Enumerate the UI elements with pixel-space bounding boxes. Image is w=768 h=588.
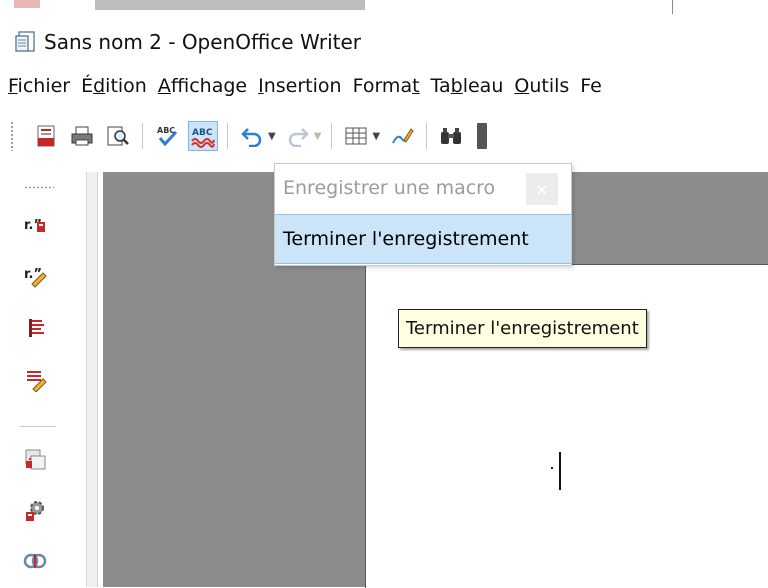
text-cursor — [559, 452, 561, 490]
spellcheck-button[interactable]: ABC — [153, 122, 181, 150]
page-preview-icon — [107, 126, 129, 146]
page-preview-button[interactable] — [104, 122, 132, 150]
side-toolbar-separator — [20, 426, 56, 427]
menu-bar: Fichier Édition Affichage Insertion Format Ta… — [0, 64, 768, 108]
edit-field-button[interactable]: r.” — [22, 263, 48, 289]
side-toolbar-grip[interactable] — [24, 186, 54, 189]
navigator-icon — [25, 449, 46, 470]
export-pdf-icon — [37, 125, 55, 147]
toolbar-separator — [426, 123, 428, 149]
link-button[interactable] — [22, 548, 48, 574]
undo-button[interactable] — [238, 122, 266, 150]
side-toolbar: r.” r.” — [0, 164, 78, 587]
menu-format[interactable]: Format — [353, 75, 420, 97]
toolbar-separator — [331, 123, 333, 149]
draw-functions-icon — [392, 128, 414, 144]
print-icon — [71, 126, 93, 146]
stop-recording-item[interactable]: Terminer l'enregistrement — [275, 214, 571, 264]
menu-insertion[interactable]: Insertion — [258, 75, 341, 97]
table-dropdown-arrow[interactable]: ▼ — [372, 131, 380, 142]
auto-spellcheck-icon: ABC — [191, 128, 215, 148]
record-macro-item: Enregistrer une macro × — [275, 164, 571, 212]
align-text-icon — [29, 319, 44, 337]
edit-paragraph-button[interactable] — [22, 367, 48, 393]
menu-fe[interactable]: Fe — [580, 75, 602, 97]
menu-fichier[interactable]: Fichier — [8, 75, 70, 97]
toolbar-separator — [142, 123, 143, 149]
record-macro-label: Enregistrer une macro — [283, 177, 496, 199]
menu-outils[interactable]: Outils — [514, 75, 569, 97]
link-icon — [23, 553, 47, 569]
svg-text:ABC: ABC — [192, 128, 213, 138]
vertical-ruler-track[interactable] — [86, 172, 98, 587]
align-text-button[interactable] — [22, 315, 48, 341]
close-icon[interactable]: × — [526, 173, 558, 205]
edit-paragraph-icon — [27, 371, 47, 392]
toolbar-overflow-handle[interactable] — [477, 123, 488, 149]
background-fragment — [672, 0, 673, 14]
auto-spellcheck-button[interactable]: ABC — [188, 121, 218, 151]
writer-document-icon — [15, 31, 35, 52]
insert-table-button[interactable] — [342, 122, 370, 150]
spellcheck-icon: ABC — [157, 126, 178, 147]
undo-icon — [241, 128, 262, 147]
edit-field-icon: r.” — [24, 267, 47, 288]
settings-icon — [26, 501, 44, 521]
toolbar-separator — [227, 123, 228, 149]
print-button[interactable] — [68, 122, 96, 150]
tooltip: Terminer l'enregistrement — [398, 309, 647, 348]
redo-button[interactable] — [284, 122, 312, 150]
redo-icon — [288, 128, 309, 147]
find-replace-button[interactable] — [437, 122, 465, 150]
navigator-button[interactable] — [22, 446, 48, 472]
export-pdf-button[interactable] — [32, 122, 60, 150]
draw-functions-button[interactable] — [388, 122, 416, 150]
toolbar-grip[interactable] — [10, 121, 14, 151]
background-fragment — [95, 0, 365, 10]
find-replace-icon — [441, 128, 462, 144]
menu-affichage[interactable]: Affichage — [158, 75, 247, 97]
settings-button[interactable] — [22, 498, 48, 524]
table-icon — [345, 127, 367, 145]
undo-dropdown-arrow[interactable]: ▼ — [268, 131, 276, 142]
stop-recording-label: Terminer l'enregistrement — [283, 228, 529, 250]
menu-tableau[interactable]: Tableau — [431, 75, 504, 97]
paragraph-mark — [551, 467, 553, 469]
standard-toolbar: ABC ABC ▼ ▼ ▼ — [0, 108, 768, 164]
tooltip-text: Terminer l'enregistrement — [406, 318, 639, 339]
redo-dropdown-arrow[interactable]: ▼ — [314, 131, 322, 142]
macro-recording-menu: Enregistrer une macro × Terminer l'enreg… — [274, 163, 572, 266]
title-bar: Sans nom 2 - OpenOffice Writer — [0, 24, 768, 60]
insert-field-icon: r.” — [24, 218, 45, 233]
window-title: Sans nom 2 - OpenOffice Writer — [44, 30, 361, 54]
background-window-remnant — [0, 0, 768, 22]
insert-field-button[interactable]: r.” — [22, 212, 48, 238]
menu-edition[interactable]: Édition — [81, 75, 147, 97]
background-fragment — [14, 0, 40, 8]
